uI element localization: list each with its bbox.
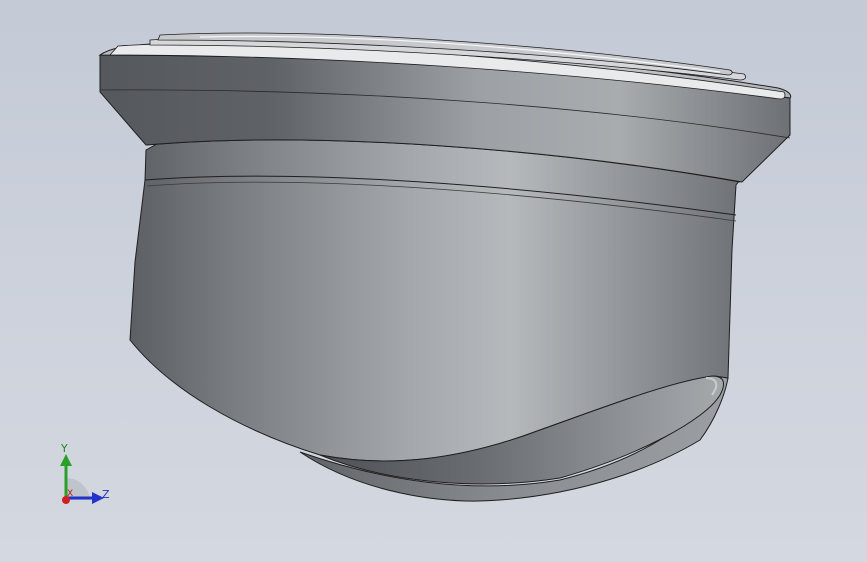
y-axis-label: Y xyxy=(61,442,68,455)
coordinate-triad[interactable]: Y Z X xyxy=(50,440,120,510)
z-axis-label: Z xyxy=(102,488,110,501)
x-axis-label: X xyxy=(67,489,74,499)
graphics-viewport[interactable]: Y Z X xyxy=(0,0,867,562)
y-axis-arrow xyxy=(60,454,72,466)
part-model[interactable] xyxy=(0,0,867,562)
